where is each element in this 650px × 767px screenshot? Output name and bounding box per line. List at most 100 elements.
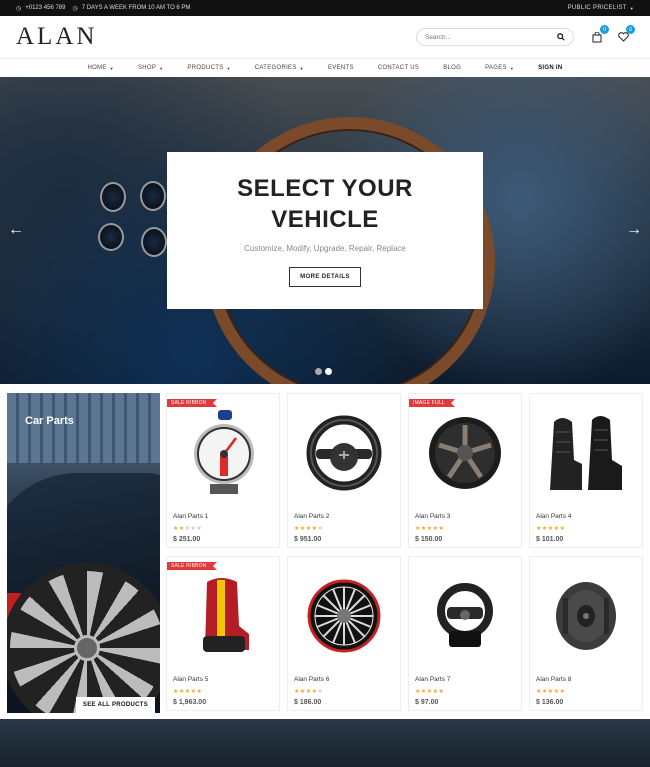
shopping-bag-icon bbox=[592, 31, 602, 43]
brake-disc-icon[interactable] bbox=[530, 567, 642, 665]
alloy-rim-icon[interactable] bbox=[409, 404, 521, 502]
product-name[interactable]: Alan Parts 6 bbox=[294, 676, 329, 683]
caret-down-icon: ▼ bbox=[299, 65, 304, 71]
product-name[interactable]: Alan Parts 1 bbox=[173, 513, 208, 520]
clock-icon: ◷ bbox=[72, 5, 78, 12]
more-details-button[interactable]: MORE DETAILS bbox=[289, 267, 361, 287]
product-card[interactable]: Alan Parts 6 ★★★★★ $ 186.00 bbox=[287, 556, 401, 711]
star-rating: ★★★★★ bbox=[294, 526, 324, 532]
nav-label: CATEGORIES bbox=[254, 65, 297, 71]
wheel-hub bbox=[74, 635, 100, 661]
header: ALAN Search... 0 0 bbox=[0, 16, 650, 58]
main-nav: HOME ▼ SHOP ▼ PRODUCTS ▼ CATEGORIES ▼ EVENTS… bbox=[0, 58, 650, 77]
nav-label: EVENTS bbox=[327, 65, 354, 71]
slider-pagination bbox=[315, 368, 332, 375]
product-price: $ 1,963.00 bbox=[173, 699, 207, 706]
pricelist-dropdown[interactable]: PUBLIC PRICELIST ▼ bbox=[568, 5, 634, 11]
product-card[interactable]: Alan Parts 2 ★★★★★ $ 951.00 bbox=[287, 393, 401, 548]
nav-item-categories[interactable]: CATEGORIES ▼ bbox=[243, 59, 316, 77]
product-name[interactable]: Alan Parts 8 bbox=[536, 676, 571, 683]
nav-item-events[interactable]: EVENTS bbox=[316, 59, 366, 77]
arrow-left-icon[interactable]: ← bbox=[8, 221, 24, 239]
logo[interactable]: ALAN bbox=[16, 23, 97, 51]
hero-slider: SELECT YOUR VEHICLE Customize, Modify, U… bbox=[0, 77, 650, 384]
contact-info: ◷ +0123 456 789 ◷ 7 DAYS A WEEK FROM 10 … bbox=[16, 5, 190, 12]
nav-item-sign-in[interactable]: SIGN IN bbox=[526, 59, 574, 77]
car-parts-promo[interactable]: Car Parts SEE ALL PRODUCTS bbox=[7, 393, 160, 713]
product-card[interactable]: SALE RIBBON Alan Parts 5 ★★★★★ $ 1,963.0… bbox=[166, 556, 280, 711]
product-name[interactable]: Alan Parts 5 bbox=[173, 676, 208, 683]
nav-item-shop[interactable]: SHOP ▼ bbox=[126, 59, 175, 77]
nav-item-products[interactable]: PRODUCTS ▼ bbox=[175, 59, 242, 77]
dashboard-gauge bbox=[100, 182, 126, 212]
product-price: $ 186.00 bbox=[294, 699, 322, 706]
hero-title-line: VEHICLE bbox=[271, 206, 379, 233]
dashboard-gauge bbox=[141, 227, 167, 257]
hero-caption-box: SELECT YOUR VEHICLE Customize, Modify, U… bbox=[167, 152, 483, 309]
slide-dot[interactable] bbox=[315, 368, 322, 375]
nav-label: HOME bbox=[87, 65, 107, 71]
top-bar: ◷ +0123 456 789 ◷ 7 DAYS A WEEK FROM 10 … bbox=[0, 0, 650, 16]
wishlist-count-badge: 0 bbox=[626, 25, 635, 34]
nav-label: SHOP bbox=[137, 65, 157, 71]
star-rating: ★★★★★ bbox=[415, 526, 445, 532]
image-full-ribbon: IMAGE FULL bbox=[409, 399, 455, 407]
cart-button[interactable]: 0 bbox=[590, 25, 609, 44]
racing-seat-icon[interactable] bbox=[167, 567, 279, 665]
hero-title: SELECT YOUR VEHICLE bbox=[167, 152, 483, 235]
nav-item-pages[interactable]: PAGES ▼ bbox=[473, 59, 526, 77]
product-name[interactable]: Alan Parts 3 bbox=[415, 513, 450, 520]
product-card[interactable]: Alan Parts 7 ★★★★★ $ 97.00 bbox=[408, 556, 522, 711]
star-rating: ★★★★★ bbox=[415, 689, 445, 695]
product-name[interactable]: Alan Parts 7 bbox=[415, 676, 450, 683]
promo-title: Car Parts bbox=[25, 415, 74, 427]
caret-down-icon: ▼ bbox=[226, 65, 231, 71]
next-section-banner bbox=[0, 719, 650, 767]
star-rating: ★★★★★ bbox=[294, 689, 324, 695]
product-card[interactable]: Alan Parts 4 ★★★★★ $ 101.00 bbox=[529, 393, 643, 548]
star-rating: ★★★★★ bbox=[536, 689, 566, 695]
dashboard-gauge bbox=[98, 223, 124, 251]
arrow-right-icon[interactable]: → bbox=[626, 221, 642, 239]
product-name[interactable]: Alan Parts 2 bbox=[294, 513, 329, 520]
nav-label: CONTACT US bbox=[377, 65, 420, 71]
search-icon[interactable] bbox=[557, 33, 565, 41]
wishlist-button[interactable]: 0 bbox=[616, 25, 635, 44]
racing-seats-icon[interactable] bbox=[530, 404, 642, 502]
nav-item-blog[interactable]: BLOG bbox=[431, 59, 473, 77]
product-name[interactable]: Alan Parts 4 bbox=[536, 513, 571, 520]
product-card[interactable]: IMAGE FULL Alan Parts 3 ★★★★★ $ 150.00 bbox=[408, 393, 522, 548]
sport-rim-icon[interactable] bbox=[288, 567, 400, 665]
products-section: Car Parts SEE ALL PRODUCTS SALE RIBBON A… bbox=[0, 384, 650, 719]
tachometer-icon[interactable] bbox=[167, 404, 279, 502]
product-price: $ 97.00 bbox=[415, 699, 439, 706]
pricelist-label: PUBLIC PRICELIST bbox=[567, 5, 627, 11]
nav-label: PAGES bbox=[485, 65, 507, 71]
sale-ribbon: SALE RIBBON bbox=[167, 399, 217, 407]
see-all-products-button[interactable]: SEE ALL PRODUCTS bbox=[76, 697, 155, 713]
building-backdrop bbox=[7, 393, 160, 463]
opening-hours: 7 DAYS A WEEK FROM 10 AM TO 6 PM bbox=[81, 5, 191, 11]
star-rating: ★★★★★ bbox=[173, 689, 203, 695]
slide-dot-active[interactable] bbox=[325, 368, 332, 375]
steering-wheel-icon[interactable] bbox=[288, 404, 400, 502]
product-price: $ 951.00 bbox=[294, 536, 322, 543]
heart-icon bbox=[617, 32, 629, 42]
hero-title-line: SELECT YOUR bbox=[237, 175, 413, 202]
product-card[interactable]: Alan Parts 8 ★★★★★ $ 136.00 bbox=[529, 556, 643, 711]
product-price: $ 150.00 bbox=[415, 536, 443, 543]
nav-label: SIGN IN bbox=[538, 65, 563, 71]
product-card[interactable]: SALE RIBBON Alan Parts 1 ★★★★★ $ 251.00 bbox=[166, 393, 280, 548]
search-input[interactable]: Search... bbox=[416, 28, 574, 46]
phone-number[interactable]: +0123 456 789 bbox=[25, 5, 65, 11]
nav-item-home[interactable]: HOME ▼ bbox=[75, 59, 125, 77]
nav-item-contact[interactable]: CONTACT US bbox=[366, 59, 431, 77]
hero-subtitle: Customize, Modify, Upgrade, Repair, Repl… bbox=[244, 244, 406, 253]
sale-ribbon: SALE RIBBON bbox=[167, 562, 217, 570]
dashboard-gauge bbox=[140, 181, 166, 211]
product-price: $ 251.00 bbox=[173, 536, 201, 543]
product-price: $ 136.00 bbox=[536, 699, 564, 706]
gaming-wheel-icon[interactable] bbox=[409, 567, 521, 665]
product-price: $ 101.00 bbox=[536, 536, 564, 543]
caret-down-icon: ▼ bbox=[159, 65, 164, 71]
